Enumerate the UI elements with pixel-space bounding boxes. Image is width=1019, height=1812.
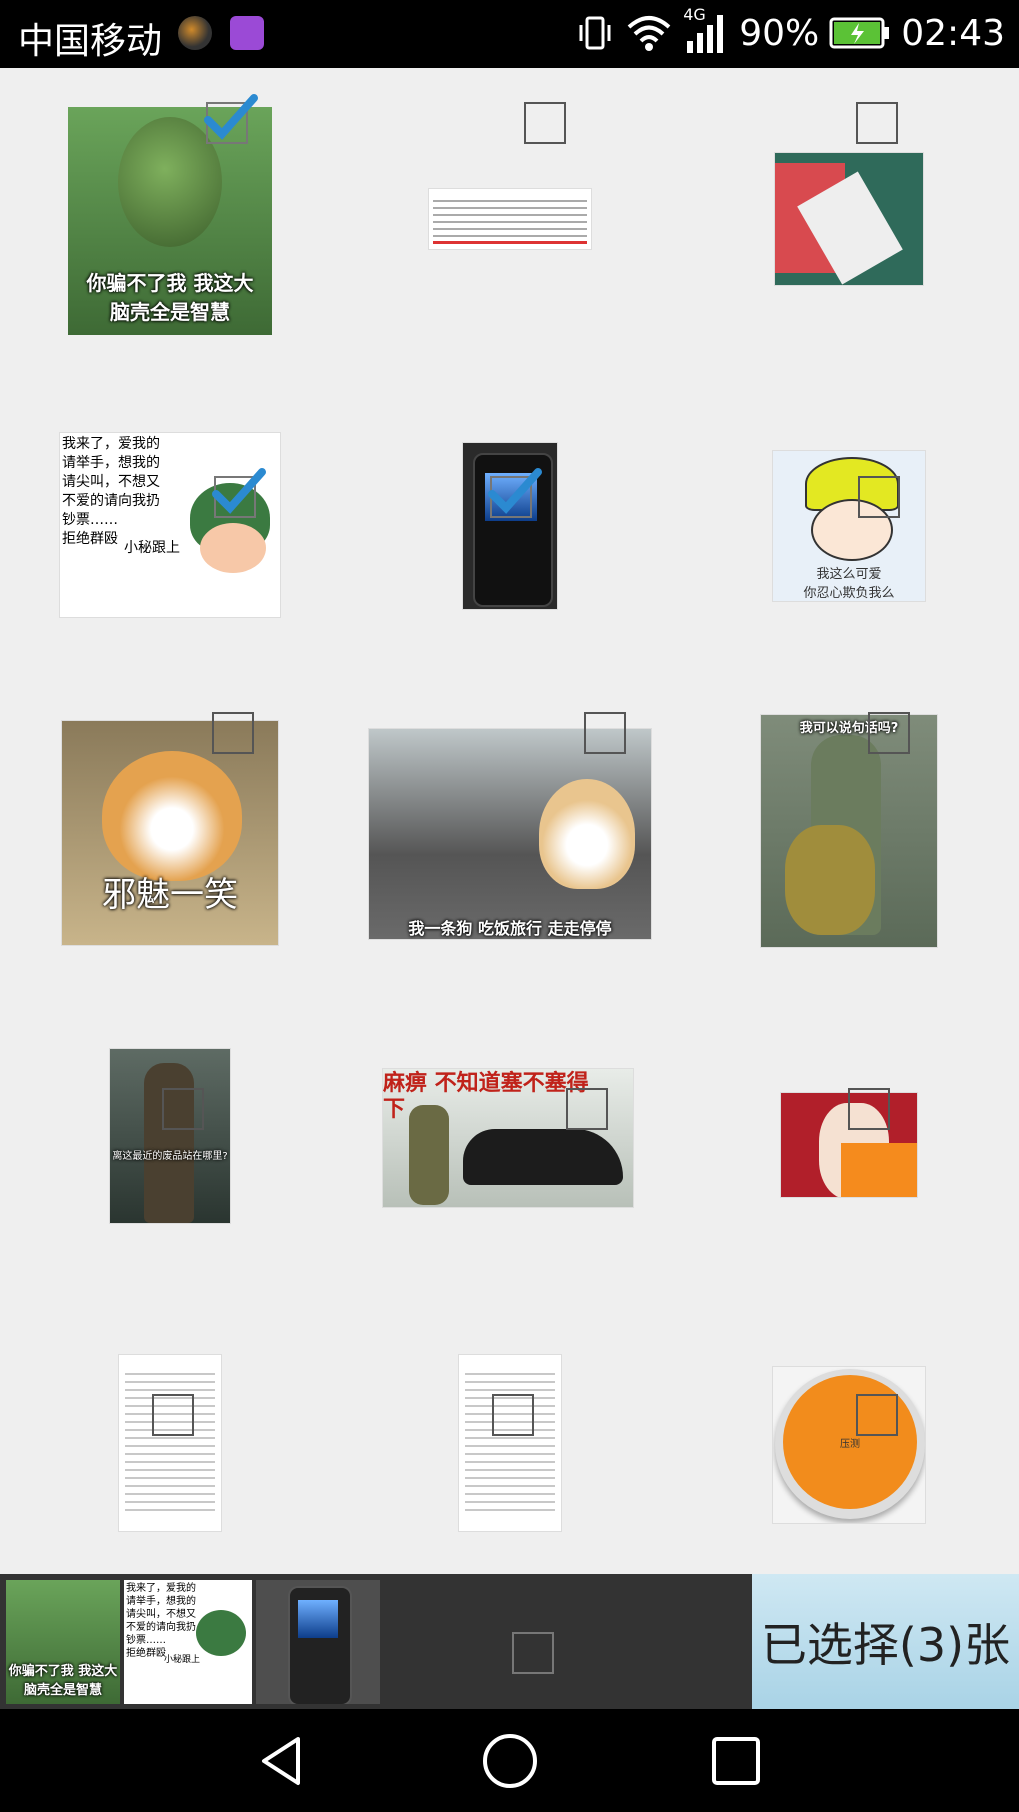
select-checkbox[interactable] bbox=[488, 468, 542, 518]
navigation-bar bbox=[0, 1709, 1019, 1812]
thumbnail-image[interactable]: 压测 bbox=[772, 1366, 926, 1524]
select-checkbox[interactable] bbox=[212, 712, 254, 754]
select-checkbox[interactable] bbox=[848, 1088, 890, 1130]
grid-item[interactable]: 我这么可爱 你忍心欺负我么 bbox=[680, 374, 1019, 680]
checkmark-icon bbox=[488, 468, 542, 514]
selected-count-label: 已选择(3)张 bbox=[760, 1617, 1011, 1672]
select-checkbox[interactable] bbox=[492, 1394, 534, 1436]
select-checkbox[interactable] bbox=[212, 468, 266, 518]
image-caption: 麻痹 不知道塞不塞得 下 bbox=[383, 1071, 589, 1122]
clock: 02:43 bbox=[901, 12, 1005, 54]
grid-item[interactable] bbox=[340, 68, 680, 374]
image-caption: 压测 bbox=[840, 1438, 860, 1450]
thumbnail-image[interactable] bbox=[118, 1354, 222, 1532]
gallery-notification-icon bbox=[230, 16, 264, 50]
battery-percent: 90% bbox=[739, 12, 820, 54]
preview-checkbox[interactable] bbox=[512, 1632, 554, 1674]
image-caption: 离这最近的废品站在哪里? bbox=[112, 1151, 228, 1162]
red-line bbox=[433, 241, 587, 244]
text-lines bbox=[125, 1367, 215, 1517]
thumbnail-image[interactable]: 我来了，爱我的 请举手，想我的 请尖叫，不想又 不爱的请向我扔 钞票…… 拒绝群… bbox=[59, 432, 281, 618]
preview-caption-extra: 小秘跟上 bbox=[164, 1655, 201, 1665]
wifi-icon bbox=[627, 16, 671, 51]
select-checkbox[interactable] bbox=[858, 476, 900, 518]
dog bbox=[539, 779, 635, 889]
checkmark-icon bbox=[212, 468, 266, 514]
status-bar: 中国移动 4G 90% 02:43 bbox=[0, 0, 1019, 68]
image-caption: 我一条狗 吃饭旅行 走走停停 bbox=[408, 919, 612, 938]
bag bbox=[785, 825, 875, 935]
grid-item[interactable] bbox=[340, 374, 680, 680]
grid-item[interactable] bbox=[340, 1292, 680, 1574]
carrier-name: 中国移动 bbox=[18, 21, 163, 62]
image-grid: 你骗不了我 我这大 脑壳全是智慧 我来了，爱我的 请举手，想我的 请尖叫，不想又… bbox=[0, 68, 1019, 1574]
thumbnail-image[interactable] bbox=[428, 188, 592, 250]
grid-item[interactable]: 离这最近的废品站在哪里? bbox=[0, 986, 340, 1292]
preview-caption: 你骗不了我 我这大 脑壳全是智慧 bbox=[8, 1664, 118, 1698]
selected-preview-strip[interactable]: 你骗不了我 我这大 脑壳全是智慧 我来了，爱我的 请举手，想我的 请尖叫，不想又… bbox=[0, 1574, 752, 1709]
home-icon[interactable] bbox=[480, 1731, 540, 1791]
grid-item[interactable]: 邪魅一笑 bbox=[0, 680, 340, 986]
battery-charging-icon bbox=[829, 17, 890, 49]
thumbnail-image[interactable] bbox=[774, 152, 924, 286]
grid-item[interactable] bbox=[680, 68, 1019, 374]
select-checkbox[interactable] bbox=[868, 712, 910, 754]
helmet-character bbox=[196, 1610, 246, 1656]
thumbnail-image[interactable]: 离这最近的废品站在哪里? bbox=[109, 1048, 231, 1224]
text-lines bbox=[433, 195, 587, 239]
recents-icon[interactable] bbox=[706, 1731, 766, 1791]
image-caption: 我可以说句话吗? bbox=[799, 721, 899, 736]
thumbnail-image[interactable]: 我一条狗 吃饭旅行 走走停停 bbox=[368, 728, 652, 940]
grid-item[interactable]: 我一条狗 吃饭旅行 走走停停 bbox=[340, 680, 680, 986]
dog bbox=[102, 751, 242, 881]
app-notification-icon bbox=[178, 16, 212, 50]
cellular-signal-icon: 4G bbox=[683, 5, 729, 55]
thumbnail-image[interactable] bbox=[458, 1354, 562, 1532]
image-caption: 我这么可爱 你忍心欺负我么 bbox=[803, 567, 895, 601]
car bbox=[463, 1129, 623, 1185]
thumbnail-image[interactable]: 我可以说句话吗? bbox=[760, 714, 938, 948]
preview-caption: 我来了，爱我的 请举手，想我的 请尖叫，不想又 不爱的请向我扔 钞票…… 拒绝群… bbox=[126, 1583, 196, 1659]
image-caption: 你骗不了我 我这大 脑壳全是智慧 bbox=[86, 271, 254, 324]
grid-item[interactable]: 麻痹 不知道塞不塞得 下 bbox=[340, 986, 680, 1292]
select-checkbox[interactable] bbox=[856, 102, 898, 144]
image-caption-extra: 小秘跟上 bbox=[124, 540, 180, 556]
back-icon[interactable] bbox=[252, 1731, 312, 1791]
helmet-character-face bbox=[200, 523, 266, 573]
preview-thumb[interactable]: 你骗不了我 我这大 脑壳全是智慧 bbox=[6, 1580, 120, 1704]
phone-screen bbox=[298, 1600, 338, 1638]
select-checkbox[interactable] bbox=[566, 1088, 608, 1130]
grid-item[interactable]: 压测 bbox=[680, 1292, 1019, 1574]
man bbox=[144, 1063, 194, 1223]
select-checkbox[interactable] bbox=[204, 94, 258, 144]
thumbnail-image[interactable]: 我这么可爱 你忍心欺负我么 bbox=[772, 450, 926, 602]
select-checkbox[interactable] bbox=[524, 102, 566, 144]
grid-item[interactable]: 我来了，爱我的 请举手，想我的 请尖叫，不想又 不爱的请向我扔 钞票…… 拒绝群… bbox=[0, 374, 340, 680]
grid-item[interactable] bbox=[680, 986, 1019, 1292]
text-lines bbox=[465, 1367, 555, 1517]
select-checkbox[interactable] bbox=[856, 1394, 898, 1436]
selected-count-button[interactable]: 已选择(3)张 bbox=[752, 1574, 1019, 1709]
jacket bbox=[841, 1143, 917, 1197]
vibrate-icon bbox=[579, 16, 611, 50]
image-caption: 我来了，爱我的 请举手，想我的 请尖叫，不想又 不爱的请向我扔 钞票…… 拒绝群… bbox=[62, 436, 160, 547]
select-checkbox[interactable] bbox=[152, 1394, 194, 1436]
grid-item[interactable]: 你骗不了我 我这大 脑壳全是智慧 bbox=[0, 68, 340, 374]
preview-thumb[interactable] bbox=[256, 1580, 380, 1704]
checkmark-icon bbox=[204, 94, 258, 140]
select-checkbox[interactable] bbox=[584, 712, 626, 754]
grid-item[interactable] bbox=[0, 1292, 340, 1574]
preview-thumb[interactable]: 我来了，爱我的 请举手，想我的 请尖叫，不想又 不爱的请向我扔 钞票…… 拒绝群… bbox=[124, 1580, 252, 1704]
grid-item[interactable]: 我可以说句话吗? bbox=[680, 680, 1019, 986]
select-checkbox[interactable] bbox=[162, 1088, 204, 1130]
image-caption: 邪魅一笑 bbox=[102, 875, 238, 915]
